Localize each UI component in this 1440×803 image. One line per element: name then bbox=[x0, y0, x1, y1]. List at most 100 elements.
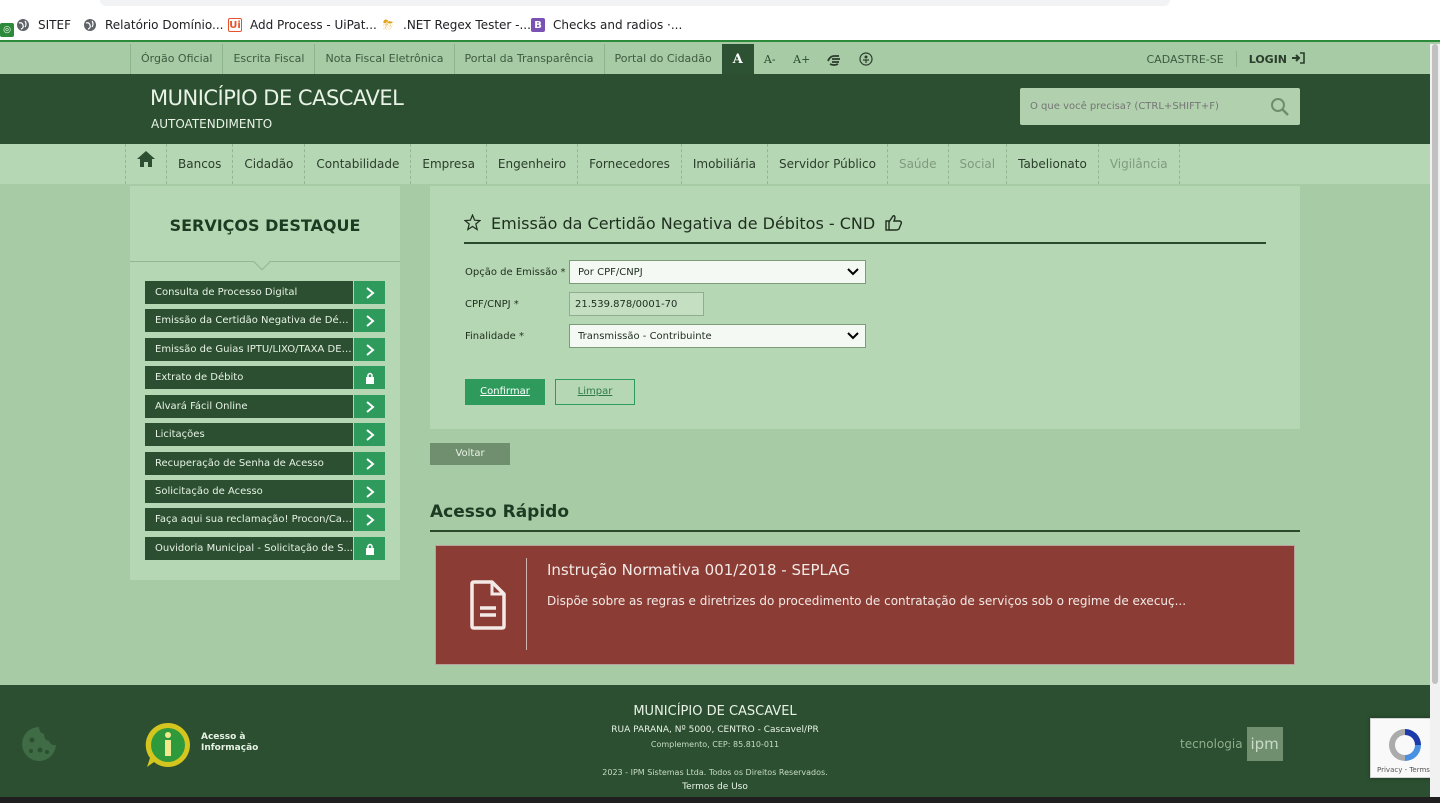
nav-contabilidade[interactable]: Contabilidade bbox=[304, 144, 410, 184]
nav-engenheiro[interactable]: Engenheiro bbox=[485, 144, 577, 184]
purpose-select[interactable]: Transmissão - Contribuinte bbox=[569, 324, 866, 348]
nav-home[interactable] bbox=[125, 144, 166, 184]
divider-notch bbox=[253, 253, 271, 271]
nav-cidadao[interactable]: Cidadão bbox=[232, 144, 304, 184]
star-icon[interactable] bbox=[463, 213, 482, 235]
purpose-row: Finalidade * Transmissão - Contribuinte bbox=[465, 324, 866, 348]
back-button[interactable]: Voltar bbox=[430, 443, 510, 465]
search-input[interactable] bbox=[1020, 88, 1260, 125]
bookmark-sitef[interactable]: SITEF bbox=[16, 15, 71, 35]
service-item[interactable]: Emissão da Certidão Negativa de Débi... bbox=[145, 309, 385, 332]
utility-links: Órgão Oficial Escrita Fiscal Nota Fiscal… bbox=[130, 44, 882, 74]
nav-imobiliaria[interactable]: Imobiliária bbox=[680, 144, 767, 184]
service-label: Solicitação de Acesso bbox=[145, 480, 354, 503]
bookmark-relatorio[interactable]: Relatório Domínio... bbox=[83, 15, 223, 35]
nav-tabelionato[interactable]: Tabelionato bbox=[1006, 144, 1098, 184]
address-bar-edge bbox=[100, 0, 1170, 6]
search-box bbox=[1020, 88, 1300, 125]
footer-copyright: 2023 - IPM Sistemas Ltda. Todos os Direi… bbox=[602, 768, 828, 777]
lock-icon[interactable] bbox=[354, 537, 385, 560]
cpf-row: CPF/CNPJ * bbox=[465, 292, 704, 316]
cpf-input[interactable] bbox=[569, 292, 704, 316]
service-label: Consulta de Processo Digital bbox=[145, 281, 354, 304]
service-item[interactable]: Emissão de Guias IPTU/LIXO/TAXA DE ... bbox=[145, 338, 385, 361]
service-label: Recuperação de Senha de Acesso bbox=[145, 452, 354, 475]
nav-social: Social bbox=[947, 144, 1007, 184]
nav-bancos[interactable]: Bancos bbox=[166, 144, 232, 184]
certificate-form-panel: Emissão da Certidão Negativa de Débitos … bbox=[430, 186, 1300, 429]
footer-title: MUNICÍPIO DE CASCAVEL bbox=[633, 704, 797, 719]
bookmark-bootstrap[interactable]: B Checks and radios ·... bbox=[531, 15, 682, 35]
service-item[interactable]: Faça aqui sua reclamação! Procon/Cas... bbox=[145, 508, 385, 531]
service-label: Ouvidoria Municipal - Solicitação de S..… bbox=[145, 537, 354, 560]
nav-vigilancia: Vigilância bbox=[1097, 144, 1180, 184]
chevron-right-icon[interactable] bbox=[354, 338, 385, 361]
chevron-right-icon[interactable] bbox=[354, 480, 385, 503]
bootstrap-icon: B bbox=[531, 18, 545, 32]
form-title: Emissão da Certidão Negativa de Débitos … bbox=[491, 214, 876, 233]
scrollbar[interactable] bbox=[1430, 44, 1440, 797]
link-portal-transparencia[interactable]: Portal da Transparência bbox=[453, 44, 604, 74]
register-link[interactable]: CADASTRE-SE bbox=[1146, 53, 1223, 66]
service-item[interactable]: Recuperação de Senha de Acesso bbox=[145, 452, 385, 475]
ipm-label: ipm bbox=[1246, 727, 1283, 761]
emission-option-select[interactable]: Por CPF/CNPJ bbox=[569, 260, 866, 284]
search-icon[interactable] bbox=[1270, 97, 1290, 117]
service-label: Emissão da Certidão Negativa de Débi... bbox=[145, 309, 354, 332]
chevron-down-icon bbox=[847, 331, 859, 344]
cpf-label: CPF/CNPJ * bbox=[465, 298, 519, 310]
sign-language-icon[interactable] bbox=[818, 44, 850, 74]
confirm-button[interactable]: Confirmar bbox=[465, 379, 545, 405]
service-item[interactable]: Solicitação de Acesso bbox=[145, 480, 385, 503]
service-item[interactable]: Alvará Fácil Online bbox=[145, 395, 385, 418]
terms-link[interactable]: Termos de Uso bbox=[0, 782, 1430, 792]
main-nav: Bancos Cidadão Contabilidade Empresa Eng… bbox=[0, 144, 1430, 184]
chevron-right-icon[interactable] bbox=[354, 395, 385, 418]
extension-icon[interactable]: ◎ bbox=[0, 23, 14, 37]
service-item[interactable]: Consulta de Processo Digital bbox=[145, 281, 385, 304]
site-footer: Acesso à Informação MUNICÍPIO DE CASCAVE… bbox=[0, 685, 1430, 797]
quick-access-card[interactable]: Instrução Normativa 001/2018 - SEPLAG Di… bbox=[435, 545, 1295, 665]
bookmark-uipath[interactable]: Ui Add Process - UiPat... bbox=[228, 15, 377, 35]
lock-icon[interactable] bbox=[354, 366, 385, 389]
site-title[interactable]: MUNICÍPIO DE CASCAVEL bbox=[150, 86, 404, 110]
service-item[interactable]: Ouvidoria Municipal - Solicitação de S..… bbox=[145, 537, 385, 560]
nav-fornecedores[interactable]: Fornecedores bbox=[577, 144, 681, 184]
bookmark-regex[interactable]: ⛈ .NET Regex Tester -... bbox=[381, 15, 531, 35]
link-portal-cidadao[interactable]: Portal do Cidadão bbox=[603, 44, 722, 74]
card-title: Instrução Normativa 001/2018 - SEPLAG bbox=[547, 561, 850, 579]
chevron-right-icon[interactable] bbox=[354, 423, 385, 446]
uipath-icon: Ui bbox=[228, 18, 242, 32]
font-normal-button[interactable]: A bbox=[721, 44, 754, 74]
site-subtitle: AUTOATENDIMENTO bbox=[151, 117, 273, 131]
chevron-right-icon[interactable] bbox=[354, 508, 385, 531]
site-header: MUNICÍPIO DE CASCAVEL AUTOATENDIMENTO bbox=[0, 74, 1430, 144]
accessibility-controls: A A- A+ bbox=[721, 44, 882, 74]
quick-access-title: Acesso Rápido bbox=[430, 502, 1300, 532]
emission-option-row: Opção de Emissão * Por CPF/CNPJ bbox=[465, 260, 866, 284]
ipm-logo[interactable]: tecnologia ipm bbox=[1180, 727, 1283, 761]
chevron-right-icon[interactable] bbox=[354, 309, 385, 332]
nav-empresa[interactable]: Empresa bbox=[410, 144, 486, 184]
font-smaller-button[interactable]: A- bbox=[754, 44, 786, 74]
contrast-icon[interactable] bbox=[850, 44, 882, 74]
font-larger-button[interactable]: A+ bbox=[786, 44, 818, 74]
recaptcha-icon bbox=[1385, 725, 1425, 769]
recaptcha-links[interactable]: Privacy - Terms bbox=[1377, 766, 1430, 774]
link-orgao-oficial[interactable]: Órgão Oficial bbox=[130, 44, 222, 74]
service-item[interactable]: Licitações bbox=[145, 423, 385, 446]
service-label: Emissão de Guias IPTU/LIXO/TAXA DE ... bbox=[145, 338, 354, 361]
chevron-right-icon[interactable] bbox=[354, 452, 385, 475]
link-escrita-fiscal[interactable]: Escrita Fiscal bbox=[222, 44, 314, 74]
chevron-right-icon[interactable] bbox=[354, 281, 385, 304]
nav-servidor-publico[interactable]: Servidor Público bbox=[767, 144, 887, 184]
login-link[interactable]: LOGIN bbox=[1249, 53, 1287, 66]
link-nota-fiscal[interactable]: Nota Fiscal Eletrônica bbox=[314, 44, 453, 74]
thumbs-up-icon[interactable] bbox=[885, 214, 903, 235]
purpose-label: Finalidade * bbox=[465, 330, 524, 342]
scrollbar-thumb[interactable] bbox=[1432, 44, 1438, 684]
bookmarks-bar: ◎ SITEF Relatório Domínio... Ui Add Proc… bbox=[0, 0, 1440, 42]
service-item[interactable]: Extrato de Débito bbox=[145, 366, 385, 389]
clear-button[interactable]: Limpar bbox=[555, 379, 635, 405]
document-icon bbox=[468, 580, 508, 630]
